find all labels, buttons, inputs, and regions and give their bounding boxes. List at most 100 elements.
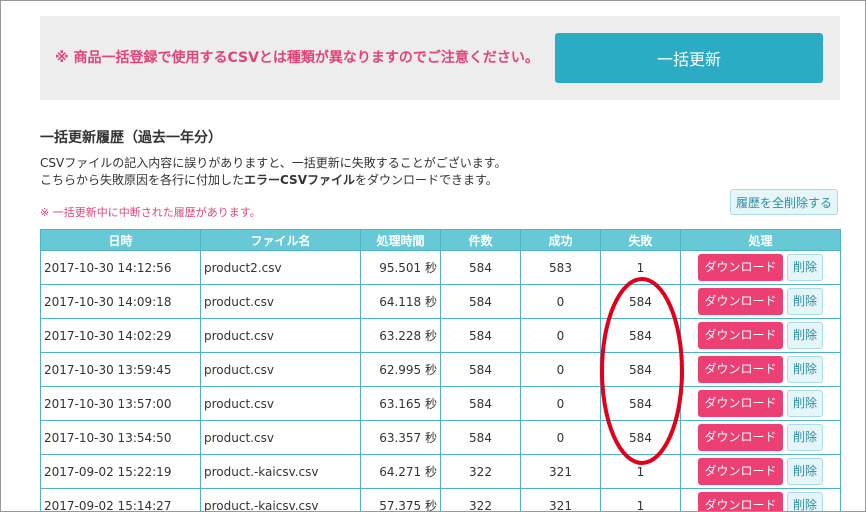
cell-actions: ダウンロード 削除 — [680, 454, 841, 489]
delete-button[interactable]: 削除 — [787, 458, 823, 485]
cell-datetime: 2017-09-02 15:14:27 — [40, 488, 201, 511]
download-button[interactable]: ダウンロード — [698, 288, 783, 315]
cell-fail: 584 — [600, 420, 681, 455]
column-header-time: 処理時間 — [360, 229, 441, 251]
table-row: 2017-09-02 15:22:19 product.-kaicsv.csv … — [40, 454, 841, 489]
cell-file: product2.csv — [200, 250, 361, 285]
table-row: 2017-10-30 14:02:29 product.csv 63.228 秒… — [40, 318, 841, 353]
table-row: 2017-10-30 13:57:00 product.csv 63.165 秒… — [40, 386, 841, 421]
history-description: CSVファイルの記入内容に誤りがありますと、一括更新に失敗することがございます。… — [40, 155, 507, 189]
cell-time: 62.995 秒 — [360, 352, 441, 387]
cell-success: 0 — [520, 284, 601, 319]
cell-time: 63.357 秒 — [360, 420, 441, 455]
cell-success: 321 — [520, 454, 601, 489]
cell-success: 0 — [520, 318, 601, 353]
delete-button[interactable]: 削除 — [787, 390, 823, 417]
cell-success: 0 — [520, 352, 601, 387]
cell-file: product.csv — [200, 352, 361, 387]
cell-success: 321 — [520, 488, 601, 511]
cell-count: 322 — [440, 454, 521, 489]
page-frame: ※ 商品一括登録で使用するCSVとは種類が異なりますのでご注意ください。 一括更… — [0, 0, 866, 512]
cell-file: product.csv — [200, 318, 361, 353]
cell-file: product.csv — [200, 386, 361, 421]
description-suffix: をダウンロードできます。 — [354, 173, 498, 187]
cell-actions: ダウンロード 削除 — [680, 420, 841, 455]
cell-datetime: 2017-10-30 14:02:29 — [40, 318, 201, 353]
cell-fail: 1 — [600, 250, 681, 285]
notice-panel: ※ 商品一括登録で使用するCSVとは種類が異なりますのでご注意ください。 一括更… — [40, 16, 840, 100]
column-header-success: 成功 — [520, 229, 601, 251]
cell-file: product.csv — [200, 420, 361, 455]
cell-success: 583 — [520, 250, 601, 285]
table-row: 2017-09-02 15:14:27 product.-kaicsv.csv … — [40, 488, 841, 511]
cell-count: 584 — [440, 352, 521, 387]
column-header-file: ファイル名 — [200, 229, 361, 251]
table-row: 2017-10-30 14:12:56 product2.csv 95.501 … — [40, 250, 841, 285]
cell-time: 64.271 秒 — [360, 454, 441, 489]
cell-time: 57.375 秒 — [360, 488, 441, 511]
download-button[interactable]: ダウンロード — [698, 424, 783, 451]
cell-success: 0 — [520, 386, 601, 421]
table-row: 2017-10-30 13:59:45 product.csv 62.995 秒… — [40, 352, 841, 387]
history-table: 日時 ファイル名 処理時間 件数 成功 失敗 処理 2017-10-30 14:… — [40, 229, 841, 511]
cell-datetime: 2017-10-30 13:57:00 — [40, 386, 201, 421]
column-header-count: 件数 — [440, 229, 521, 251]
cell-time: 95.501 秒 — [360, 250, 441, 285]
download-button[interactable]: ダウンロード — [698, 322, 783, 349]
cell-count: 584 — [440, 318, 521, 353]
bulk-update-button[interactable]: 一括更新 — [555, 33, 823, 83]
cell-fail: 584 — [600, 284, 681, 319]
cell-datetime: 2017-09-02 15:22:19 — [40, 454, 201, 489]
cell-count: 322 — [440, 488, 521, 511]
column-header-fail: 失敗 — [600, 229, 681, 251]
cell-datetime: 2017-10-30 14:09:18 — [40, 284, 201, 319]
cell-file: product.-kaicsv.csv — [200, 454, 361, 489]
error-csv-emphasis: エラーCSVファイル — [244, 173, 355, 187]
column-header-actions: 処理 — [680, 229, 841, 251]
description-line-2: こちらから失敗原因を各行に付加したエラーCSVファイルをダウンロードできます。 — [40, 172, 507, 189]
clear-all-history-button[interactable]: 履歴を全削除する — [730, 189, 838, 215]
cell-actions: ダウンロード 削除 — [680, 488, 841, 511]
cell-fail: 584 — [600, 352, 681, 387]
delete-button[interactable]: 削除 — [787, 356, 823, 383]
delete-button[interactable]: 削除 — [787, 254, 823, 281]
cell-time: 63.165 秒 — [360, 386, 441, 421]
delete-button[interactable]: 削除 — [787, 492, 823, 511]
download-button[interactable]: ダウンロード — [698, 492, 783, 511]
cell-actions: ダウンロード 削除 — [680, 318, 841, 353]
cell-fail: 1 — [600, 454, 681, 489]
history-title: 一括更新履歴（過去一年分） — [40, 130, 222, 146]
cell-file: product.csv — [200, 284, 361, 319]
cell-time: 64.118 秒 — [360, 284, 441, 319]
column-header-datetime: 日時 — [40, 229, 201, 251]
download-button[interactable]: ダウンロード — [698, 356, 783, 383]
table-header-row: 日時 ファイル名 処理時間 件数 成功 失敗 処理 — [40, 229, 841, 251]
cell-success: 0 — [520, 420, 601, 455]
delete-button[interactable]: 削除 — [787, 288, 823, 315]
cell-count: 584 — [440, 420, 521, 455]
cell-datetime: 2017-10-30 13:54:50 — [40, 420, 201, 455]
csv-type-notice: ※ 商品一括登録で使用するCSVとは種類が異なりますのでご注意ください。 — [55, 50, 539, 66]
cell-file: product.-kaicsv.csv — [200, 488, 361, 511]
cell-fail: 584 — [600, 318, 681, 353]
download-button[interactable]: ダウンロード — [698, 254, 783, 281]
cell-fail: 584 — [600, 386, 681, 421]
cell-count: 584 — [440, 386, 521, 421]
cell-datetime: 2017-10-30 14:12:56 — [40, 250, 201, 285]
cell-actions: ダウンロード 削除 — [680, 352, 841, 387]
cell-time: 63.228 秒 — [360, 318, 441, 353]
delete-button[interactable]: 削除 — [787, 322, 823, 349]
cell-actions: ダウンロード 削除 — [680, 250, 841, 285]
download-button[interactable]: ダウンロード — [698, 390, 783, 417]
description-prefix: こちらから失敗原因を各行に付加した — [40, 173, 245, 187]
interrupted-warning: ※ 一括更新中に中断された履歴があります。 — [40, 206, 261, 219]
delete-button[interactable]: 削除 — [787, 424, 823, 451]
table-row: 2017-10-30 13:54:50 product.csv 63.357 秒… — [40, 420, 841, 455]
cell-datetime: 2017-10-30 13:59:45 — [40, 352, 201, 387]
cell-actions: ダウンロード 削除 — [680, 386, 841, 421]
cell-actions: ダウンロード 削除 — [680, 284, 841, 319]
cell-count: 584 — [440, 250, 521, 285]
table-row: 2017-10-30 14:09:18 product.csv 64.118 秒… — [40, 284, 841, 319]
download-button[interactable]: ダウンロード — [698, 458, 783, 485]
description-line-1: CSVファイルの記入内容に誤りがありますと、一括更新に失敗することがございます。 — [40, 156, 507, 170]
